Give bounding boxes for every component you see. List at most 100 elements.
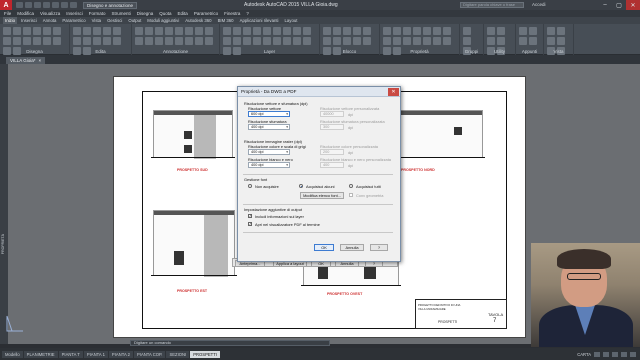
tool-icon[interactable] [433,37,441,45]
menu-item[interactable]: Parametrico [194,11,218,16]
paper-mode-toggle[interactable]: CARTA [577,352,591,357]
convert-geometry-checkbox[interactable] [349,193,353,197]
properties-palette-strip[interactable]: PROPRIETÀ [0,64,8,344]
tool-icon[interactable] [333,27,341,35]
tool-icon[interactable] [13,37,21,45]
tool-icon[interactable] [165,37,173,45]
polar-icon[interactable] [621,351,627,357]
plot-icon[interactable] [52,2,59,8]
tool-icon[interactable] [175,27,183,35]
menu-item[interactable]: Edita [178,11,188,16]
tool-icon[interactable] [145,27,153,35]
tool-icon[interactable] [497,37,505,45]
command-line[interactable]: Digitare un comando [130,340,330,346]
font-option-none-radio[interactable] [248,184,252,188]
tool-icon[interactable] [463,27,471,35]
tool-icon[interactable] [253,37,261,45]
tool-icon[interactable] [283,27,291,35]
menu-item[interactable]: Inserisci [66,11,83,16]
tool-icon[interactable] [205,27,213,35]
tool-icon[interactable] [363,27,371,35]
ribbon-panel-label[interactable]: Proprietà [380,49,459,54]
vector-resolution-select[interactable]: 600 dpi ▾ [248,111,290,117]
gray-resolution-select[interactable]: 400 dpi ▾ [248,149,290,155]
ribbon-panel-label[interactable]: Appunti [516,49,543,54]
ok-button[interactable]: OK [314,244,334,251]
ribbon-panel-label[interactable]: Vista [544,49,573,54]
tool-icon[interactable] [33,37,41,45]
layout-tab[interactable]: PIANTA COP. [134,350,166,358]
tool-icon[interactable] [23,27,31,35]
tool-icon[interactable] [423,37,431,45]
tool-icon[interactable] [529,27,537,35]
tool-icon[interactable] [263,37,271,45]
ribbon-tab[interactable]: Gestisci [105,17,124,24]
open-icon[interactable] [25,2,32,8]
tool-icon[interactable] [165,27,173,35]
menu-item[interactable]: Disegna [137,11,154,16]
tool-icon[interactable] [23,37,31,45]
save-icon[interactable] [34,2,41,8]
tool-icon[interactable] [547,37,555,45]
layout-tab[interactable]: Modello [2,350,23,358]
tool-icon[interactable] [353,27,361,35]
workspace-select[interactable]: Disegno e annotazione [83,1,138,9]
tool-icon[interactable] [113,37,121,45]
tool-icon[interactable] [393,27,401,35]
tool-icon[interactable] [233,37,241,45]
tool-icon[interactable] [363,37,371,45]
menu-item[interactable]: Finestra [224,11,240,16]
tool-icon[interactable] [293,37,301,45]
ribbon-tab[interactable]: Parametrico [60,17,87,24]
tool-icon[interactable] [135,27,143,35]
ribbon-tab[interactable]: Inserisci [19,17,39,24]
tool-icon[interactable] [423,27,431,35]
tool-icon[interactable] [93,27,101,35]
tool-icon[interactable] [3,37,11,45]
osnap-icon[interactable] [630,351,636,357]
bw-custom-input[interactable]: 400 [320,162,344,168]
close-icon[interactable]: ✕ [626,0,640,10]
tool-icon[interactable] [253,27,261,35]
layout-tab[interactable]: PIANTA 1 [83,350,108,358]
tool-icon[interactable] [33,27,41,35]
tool-icon[interactable] [53,37,61,45]
dialog-title[interactable]: Proprietà - Da DWG a PDF [238,87,400,97]
layout-tab[interactable]: PIANTA T [58,350,83,358]
cancel-button[interactable]: Annulla [340,244,364,251]
tool-icon[interactable] [529,37,537,45]
tool-icon[interactable] [53,27,61,35]
font-option-all-radio[interactable] [349,184,353,188]
tool-icon[interactable] [93,37,101,45]
tool-icon[interactable] [393,37,401,45]
tool-icon[interactable] [547,27,555,35]
ribbon-panel-label[interactable]: Annotazione [132,49,219,54]
tool-icon[interactable] [413,37,421,45]
file-tab[interactable]: VILLA Gioia* × [6,57,46,64]
ribbon-panel-label[interactable]: Gruppi [460,49,483,54]
ribbon-panel-label[interactable]: Blocco [320,49,379,54]
tool-icon[interactable] [343,37,351,45]
layout-tab[interactable]: SEZIONI [166,350,190,358]
tool-icon[interactable] [557,37,565,45]
menu-item[interactable]: Quota [159,11,171,16]
tool-icon[interactable] [185,37,193,45]
gray-custom-input[interactable]: 200 [320,149,344,155]
tool-icon[interactable] [383,27,391,35]
ribbon-tab[interactable]: BIM 360 [216,17,236,24]
redo-icon[interactable] [70,2,77,8]
tool-icon[interactable] [403,37,411,45]
tool-icon[interactable] [113,27,121,35]
maximize-icon[interactable]: ▢ [612,0,626,10]
minimize-icon[interactable]: – [598,0,612,10]
tool-icon[interactable] [233,27,241,35]
ribbon-tab[interactable]: Vista [90,17,103,24]
tool-icon[interactable] [303,37,311,45]
ribbon-tab[interactable]: Autodesk 360 [183,17,213,24]
layout-tab[interactable]: PROSPETTI [190,350,220,358]
tool-icon[interactable] [343,27,351,35]
tool-icon[interactable] [443,27,451,35]
tool-icon[interactable] [413,27,421,35]
tool-icon[interactable] [323,27,331,35]
tool-icon[interactable] [155,37,163,45]
